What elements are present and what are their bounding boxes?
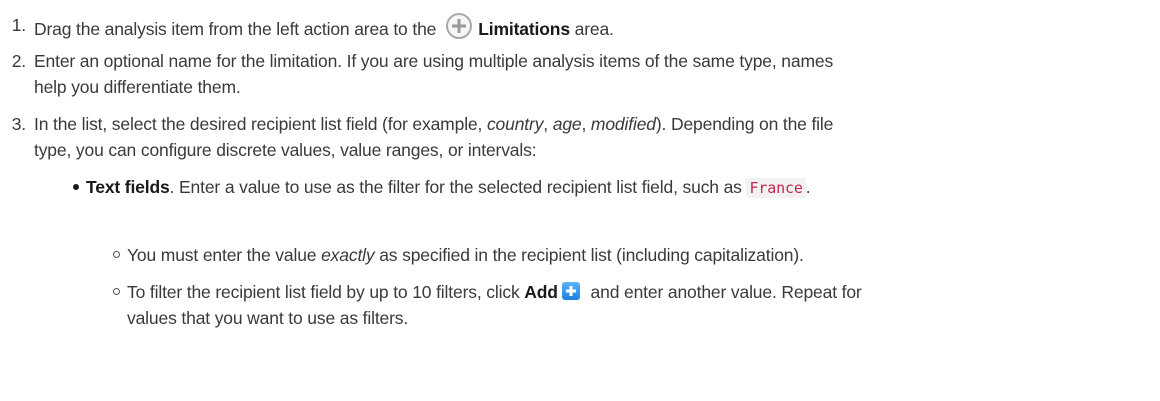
step-2-continued: help you differentiate them. xyxy=(34,77,241,97)
sub-bullet-circle xyxy=(113,251,120,258)
example-age: age xyxy=(552,114,582,134)
step-text: Drag the analysis item from the left act… xyxy=(34,19,437,39)
step-3-continued: type, you can configure discrete values,… xyxy=(34,140,537,160)
sub-bullet-2: To filter the recipient list field by up… xyxy=(127,282,862,302)
text-fields-label: Text fields xyxy=(86,177,170,197)
step-text: Enter an optional name for the limitatio… xyxy=(34,51,834,71)
add-icon xyxy=(561,282,580,300)
sub-bullet-2-continued: values that you want to use as filters. xyxy=(127,308,409,328)
example-country: country xyxy=(486,114,544,134)
step-number: 3. xyxy=(11,114,26,134)
step-number: 1. xyxy=(11,15,26,35)
step-number: 2. xyxy=(11,51,26,71)
add-label: Add xyxy=(524,282,558,302)
limitations-label: Limitations xyxy=(478,19,570,39)
example-modified: modified xyxy=(590,114,656,134)
bullet-dot xyxy=(73,184,79,190)
example-code: France xyxy=(746,178,806,198)
plus-circle-icon xyxy=(446,13,473,39)
sub-bullet-circle xyxy=(113,288,120,295)
sub-bullet-1: You must enter the value exactly as spec… xyxy=(127,245,804,265)
exactly-emphasis: exactly xyxy=(321,245,375,265)
text-fields-bullet: Text fields. Enter a value to use as the… xyxy=(86,177,811,198)
